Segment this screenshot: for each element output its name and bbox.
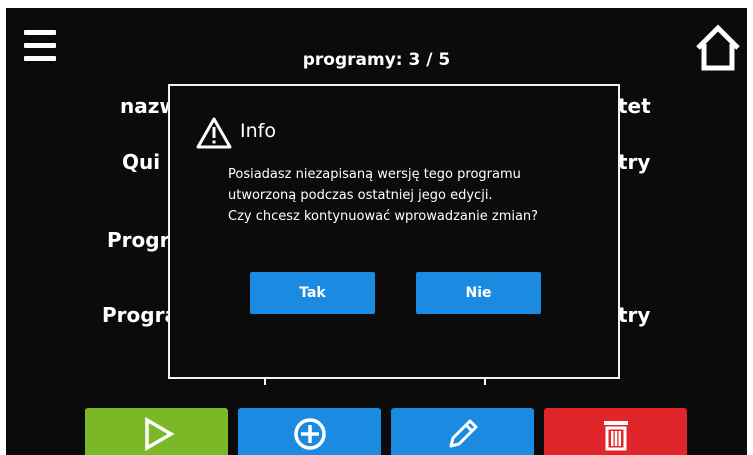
edit-program-button[interactable] <box>391 408 534 455</box>
list-header-right: tet <box>618 94 651 118</box>
info-dialog: Info Posiadasz niezapisaną wersję tego p… <box>168 84 620 379</box>
list-item-label: Qui <box>122 150 161 174</box>
home-button[interactable] <box>692 22 744 74</box>
list-item-label: Progr <box>107 228 170 252</box>
device-screen: programy: 3 / 5 nazw tet Qui try Progr P… <box>6 8 747 455</box>
warning-icon <box>196 117 232 149</box>
no-button[interactable]: Nie <box>416 272 541 314</box>
start-program-button[interactable] <box>85 408 228 455</box>
plus-circle-icon <box>293 418 326 450</box>
list-item-value: try <box>618 303 651 327</box>
dialog-message-line: utworzoną podczas ostatniej jego edycji. <box>228 188 493 203</box>
list-item-value: try <box>618 150 651 174</box>
page-title: programy: 3 / 5 <box>302 50 451 70</box>
delete-program-button[interactable] <box>544 408 687 455</box>
dialog-message-line: Czy chcesz kontynuować wprowadzanie zmia… <box>228 209 539 224</box>
play-icon <box>144 416 174 452</box>
pencil-icon <box>449 419 477 448</box>
list-item-label: Progra <box>102 303 178 327</box>
menu-icon-bar <box>24 43 56 48</box>
dialog-title: Info <box>240 120 276 142</box>
dialog-message: Posiadasz niezapisaną wersję tego progra… <box>228 164 538 227</box>
home-icon <box>696 24 740 71</box>
dialog-message-line: Posiadasz niezapisaną wersję tego progra… <box>228 167 521 182</box>
add-program-button[interactable] <box>238 408 381 455</box>
yes-button[interactable]: Tak <box>250 272 375 314</box>
menu-icon-bar <box>24 30 56 35</box>
trash-icon <box>603 421 628 451</box>
